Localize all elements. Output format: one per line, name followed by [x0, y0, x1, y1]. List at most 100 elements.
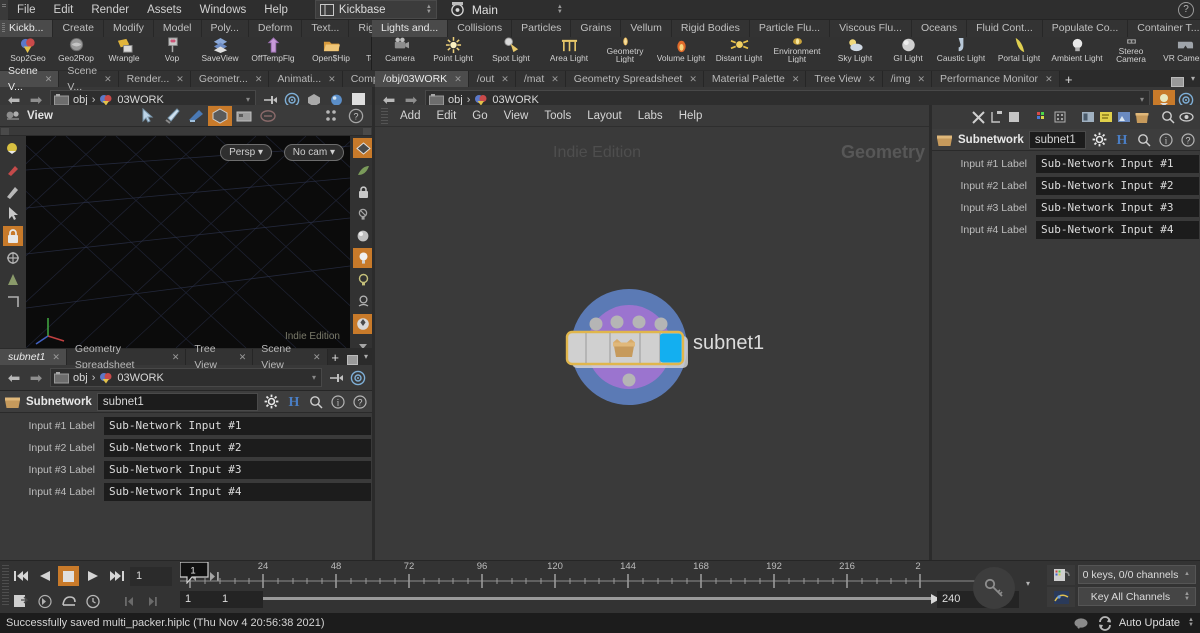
vp-arrow-icon[interactable]: [3, 204, 23, 224]
frame-range-track[interactable]: [245, 597, 940, 600]
parameter-value-input[interactable]: Sub-Network Input #2: [1036, 177, 1199, 195]
menu-assets[interactable]: Assets: [138, 0, 191, 20]
tab-close-icon[interactable]: ✕: [176, 71, 184, 87]
loop-icon[interactable]: [58, 591, 79, 611]
tab-geometry-spreadsheet[interactable]: Geometry Spreadsheet ✕: [565, 71, 704, 87]
bottom-left-add-tab-button[interactable]: +: [328, 350, 343, 365]
tab-close-icon[interactable]: ✕: [104, 71, 112, 87]
shelf-tab-populate-containers[interactable]: Populate Co...: [1042, 20, 1129, 37]
tab-out[interactable]: /out ✕: [468, 71, 516, 87]
set-key-button[interactable]: [973, 567, 1015, 609]
tab-close-icon[interactable]: ✕: [52, 349, 60, 365]
snapshot-icon[interactable]: [232, 106, 256, 126]
network-menu-labs[interactable]: Labs: [630, 105, 671, 127]
play-icon[interactable]: [82, 566, 103, 586]
right-parameters-gear-icon[interactable]: [1091, 131, 1108, 149]
timeline-playhead[interactable]: 1: [179, 561, 212, 587]
view-menu-icon[interactable]: [4, 108, 22, 123]
tab-close-icon[interactable]: ✕: [551, 71, 559, 87]
menu-file[interactable]: File: [8, 0, 45, 20]
shelf-tab-model[interactable]: Model: [153, 20, 202, 37]
current-frame-input[interactable]: 1: [130, 566, 172, 586]
vp-light-on-icon[interactable]: [353, 248, 372, 268]
tools-icon[interactable]: [970, 109, 986, 125]
parameters-help-icon[interactable]: ?: [351, 393, 368, 411]
network-pane-maximize-icon[interactable]: [1171, 77, 1184, 87]
shelf-tab-vellum[interactable]: Vellum: [621, 20, 672, 37]
keys-status-dropdown[interactable]: 0 keys, 0/0 channels ▲: [1078, 565, 1196, 584]
to-start-icon[interactable]: [118, 591, 139, 611]
parameter-value-input[interactable]: Sub-Network Input #4: [104, 483, 371, 501]
tab-geometry[interactable]: Geometr... ✕: [190, 71, 270, 87]
network-menu-tools[interactable]: Tools: [536, 105, 579, 127]
bottom-left-menu-icon[interactable]: ▾: [360, 348, 372, 365]
vp-shading-icon[interactable]: [353, 138, 372, 158]
tab-subnet1-params[interactable]: subnet1 ✕: [0, 349, 67, 365]
bottom-left-maximize-icon[interactable]: [346, 355, 359, 365]
vp-tree-icon[interactable]: [3, 270, 23, 290]
select-tool-icon[interactable]: [136, 106, 160, 126]
layout-panel-icon[interactable]: [1080, 109, 1096, 125]
tab-tree-view[interactable]: Tree View ✕: [186, 343, 254, 371]
menubar-grip[interactable]: [0, 0, 8, 20]
network-node-subnet1[interactable]: subnet1: [564, 282, 764, 412]
tab-tree-view[interactable]: Tree View ✕: [806, 71, 883, 87]
vp-transform-icon[interactable]: [3, 248, 23, 268]
handle-tool-icon[interactable]: [160, 106, 184, 126]
tab-scene-view-1[interactable]: Scene V... ✕: [0, 65, 60, 93]
search-icon[interactable]: [1160, 109, 1176, 125]
shelf-tool-vr-camera[interactable]: VR Camera: [1156, 37, 1200, 70]
tab-close-icon[interactable]: ✕: [328, 71, 336, 87]
geometry-display-icon[interactable]: [208, 105, 232, 126]
path-dropdown-icon[interactable]: ▾: [1140, 95, 1146, 104]
tab-close-icon[interactable]: ✕: [313, 349, 321, 365]
network-menu-view[interactable]: View: [496, 105, 537, 127]
tab-animation[interactable]: Animati... ✕: [269, 71, 343, 87]
desktop-selector[interactable]: Kickbase ▲ ▼: [314, 0, 437, 19]
network-menu-go[interactable]: Go: [464, 105, 495, 127]
shelf-tool-caustic-light[interactable]: Caustic Light: [932, 37, 990, 70]
shelf-tool-saveview[interactable]: SaveView: [196, 37, 244, 70]
menu-render[interactable]: Render: [82, 0, 138, 20]
subnet-box-icon[interactable]: [1134, 109, 1150, 125]
shelf-tab-particle-fluids[interactable]: Particle Flu...: [749, 20, 831, 37]
timeline-ruler[interactable]: 24 48 72 96 120 144 168 192 216 2: [180, 561, 1010, 591]
grid-colors-icon[interactable]: [1034, 109, 1050, 125]
notes-icon[interactable]: [1098, 109, 1114, 125]
viewport-body[interactable]: Persp ▾ No cam ▾ Indie Edition: [0, 127, 372, 348]
shelf-tab-create[interactable]: Create: [53, 20, 104, 37]
shelf-tab-kickbase[interactable]: Kickb...: [0, 20, 54, 37]
tab-close-icon[interactable]: ✕: [501, 71, 509, 87]
stop-icon[interactable]: [58, 566, 79, 586]
shelf-tool-sky-light[interactable]: Sky Light: [826, 37, 884, 70]
network-menu-add[interactable]: Add: [392, 105, 428, 127]
vp-visualize-icon[interactable]: [353, 160, 372, 180]
to-end-icon[interactable]: [142, 591, 163, 611]
tab-close-icon[interactable]: ✕: [917, 71, 925, 87]
grid-dots-icon[interactable]: [1052, 109, 1068, 125]
tab-scene-view-2[interactable]: Scene V... ✕: [59, 65, 119, 93]
shelf-tool-wrangle[interactable]: Wrangle: [100, 37, 148, 70]
network-menu-edit[interactable]: Edit: [428, 105, 464, 127]
shelf-tool-distant-light[interactable]: Distant Light: [710, 37, 768, 70]
right-parameters-node-name-input[interactable]: subnet1: [1028, 130, 1086, 149]
shelf-tab-container-tools[interactable]: Container T...: [1128, 20, 1200, 37]
shelf-tool-ambient-light[interactable]: Ambient Light: [1048, 37, 1106, 70]
forward-arrow-icon[interactable]: ➡: [25, 369, 47, 387]
image-icon[interactable]: [1116, 109, 1132, 125]
vp-pen-icon[interactable]: [3, 182, 23, 202]
vp-brush-icon[interactable]: [3, 160, 23, 180]
animation-curve-icon[interactable]: [1047, 587, 1075, 607]
vp-ball-icon[interactable]: [353, 314, 372, 334]
parameter-value-input[interactable]: Sub-Network Input #2: [104, 439, 371, 457]
tab-img[interactable]: /img ✕: [882, 71, 933, 87]
tab-close-icon[interactable]: ✕: [172, 349, 180, 365]
vp-sphere-icon[interactable]: [353, 226, 372, 246]
shelf-tool-gi-light[interactable]: GI Light: [884, 37, 932, 70]
tab-close-icon[interactable]: ✕: [454, 71, 462, 87]
shelf-tab-grains[interactable]: Grains: [571, 20, 622, 37]
viewport-persp-dropdown[interactable]: Persp ▾: [220, 144, 272, 161]
tab-close-icon[interactable]: ✕: [45, 71, 53, 87]
tab-material-palette[interactable]: Material Palette ✕: [703, 71, 807, 87]
workspace-selector[interactable]: Main ▲ ▼: [447, 0, 567, 19]
